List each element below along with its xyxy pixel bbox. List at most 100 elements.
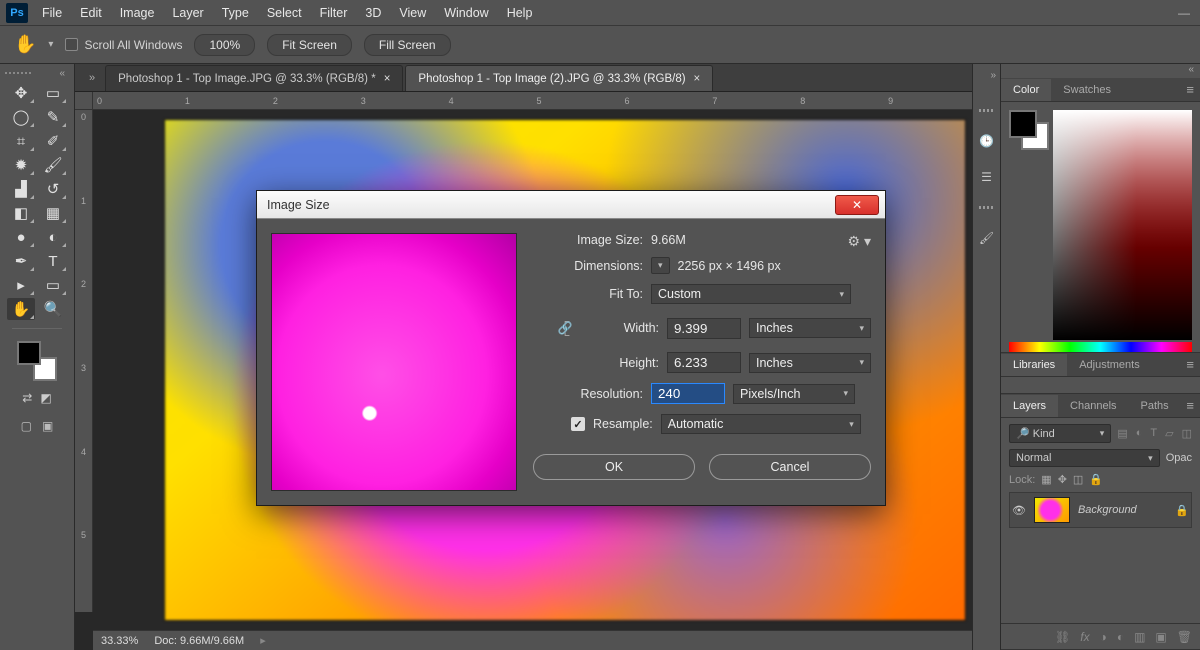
filter-type-icon[interactable]: T (1150, 427, 1157, 440)
mask-icon[interactable]: ◑ (1100, 630, 1107, 644)
fx-icon[interactable]: fx (1080, 630, 1089, 644)
width-unit-dropdown[interactable]: Inches▾ (749, 318, 871, 338)
color-picker-field[interactable] (1053, 110, 1192, 340)
filter-pixel-icon[interactable]: ▤ (1117, 427, 1127, 440)
scroll-all-windows-checkbox[interactable]: Scroll All Windows (65, 38, 182, 52)
minimize-icon[interactable]: — (1178, 6, 1190, 20)
document-tab-1[interactable]: Photoshop 1 - Top Image.JPG @ 33.3% (RGB… (105, 65, 403, 91)
status-zoom[interactable]: 33.33% (101, 635, 138, 647)
menu-window[interactable]: Window (436, 2, 496, 24)
delete-layer-icon[interactable]: 🗑 (1177, 630, 1192, 644)
blend-mode-dropdown[interactable]: Normal▾ (1009, 449, 1160, 467)
move-tool[interactable]: ✥ (7, 82, 35, 104)
new-layer-icon[interactable]: ▣ (1155, 630, 1166, 644)
zoom-level-field[interactable]: 100% (194, 34, 255, 56)
default-colors-icon[interactable]: ◩ (40, 391, 51, 405)
panel-menu-icon[interactable]: ≡ (1186, 357, 1194, 372)
tab-color[interactable]: Color (1001, 79, 1051, 101)
panel-menu-icon[interactable]: ≡ (1186, 82, 1194, 97)
properties-panel-icon[interactable]: ☰ (981, 170, 992, 184)
pen-tool[interactable]: ✒ (7, 250, 35, 272)
menu-layer[interactable]: Layer (164, 2, 211, 24)
zoom-tool[interactable]: 🔍 (39, 298, 67, 320)
lock-all-icon[interactable]: 🔒 (1089, 473, 1103, 486)
swap-colors-icon[interactable]: ⇄ (22, 391, 32, 405)
fit-to-dropdown[interactable]: Custom▾ (651, 284, 851, 304)
hand-tool[interactable]: ✋ (7, 298, 35, 320)
tab-libraries[interactable]: Libraries (1001, 354, 1067, 376)
quick-select-tool[interactable]: ✎ (39, 106, 67, 128)
menu-view[interactable]: View (391, 2, 434, 24)
tab-layers[interactable]: Layers (1001, 395, 1058, 417)
lasso-tool[interactable]: ◯ (7, 106, 35, 128)
shape-tool[interactable]: ▭ (39, 274, 67, 296)
status-doc-size[interactable]: Doc: 9.66M/9.66M (154, 635, 244, 647)
fill-screen-button[interactable]: Fill Screen (364, 34, 451, 56)
lock-artboard-icon[interactable]: ◫ (1073, 473, 1083, 486)
width-field[interactable] (667, 318, 741, 339)
filter-shape-icon[interactable]: ▱ (1165, 427, 1173, 440)
tab-swatches[interactable]: Swatches (1051, 79, 1123, 101)
resolution-field[interactable] (651, 383, 725, 404)
filter-smart-icon[interactable]: ◫ (1182, 427, 1192, 440)
dialog-close-button[interactable]: ✕ (835, 195, 879, 215)
menu-select[interactable]: Select (259, 2, 310, 24)
resolution-unit-dropdown[interactable]: Pixels/Inch▾ (733, 384, 855, 404)
healing-brush-tool[interactable]: ✹ (7, 154, 35, 176)
menu-edit[interactable]: Edit (72, 2, 110, 24)
marquee-tool[interactable]: ▭ (39, 82, 67, 104)
dock-collapse-icon[interactable]: » (990, 70, 996, 81)
layer-filter-kind[interactable]: 🔎 Kind▾ (1009, 424, 1111, 443)
dimensions-unit-dropdown[interactable]: ▾ (651, 257, 670, 274)
constrain-link-icon[interactable]: 🔗 (557, 314, 573, 342)
clone-stamp-tool[interactable]: ▟ (7, 178, 35, 200)
quick-mask-icon[interactable]: ▣ (42, 419, 53, 433)
history-panel-icon[interactable]: 🕒 (979, 134, 994, 148)
standard-mode-icon[interactable]: ▢ (21, 419, 32, 433)
close-icon[interactable]: × (384, 73, 391, 85)
type-tool[interactable]: T (39, 250, 67, 272)
ok-button[interactable]: OK (533, 454, 695, 480)
adjustment-layer-icon[interactable]: ◐ (1117, 630, 1124, 644)
status-menu-icon[interactable]: ▸ (260, 634, 266, 647)
path-select-tool[interactable]: ▸ (7, 274, 35, 296)
menu-file[interactable]: File (34, 2, 70, 24)
brush-tool[interactable]: 🖌 (39, 154, 67, 176)
gradient-tool[interactable]: ▦ (39, 202, 67, 224)
height-field[interactable] (667, 352, 741, 373)
tab-channels[interactable]: Channels (1058, 395, 1128, 417)
layer-row-background[interactable]: 👁 Background 🔒 (1009, 492, 1192, 528)
panel-menu-icon[interactable]: ≡ (1186, 398, 1194, 413)
eraser-tool[interactable]: ◧ (7, 202, 35, 224)
dialog-titlebar[interactable]: Image Size ✕ (257, 191, 885, 219)
color-fgbg-swatch[interactable] (1009, 110, 1049, 150)
menu-filter[interactable]: Filter (312, 2, 356, 24)
visibility-icon[interactable]: 👁 (1012, 504, 1026, 517)
history-brush-tool[interactable]: ↺ (39, 178, 67, 200)
group-icon[interactable]: ▥ (1134, 630, 1145, 644)
dock-grip[interactable] (979, 109, 995, 112)
menu-image[interactable]: Image (112, 2, 163, 24)
close-icon[interactable]: × (694, 73, 701, 85)
foreground-background-swatch[interactable] (17, 341, 57, 381)
menu-3d[interactable]: 3D (357, 2, 389, 24)
tabs-collapse-icon[interactable]: » (81, 72, 103, 84)
resample-checkbox[interactable]: ✓ (571, 417, 585, 431)
tab-paths[interactable]: Paths (1129, 395, 1181, 417)
cancel-button[interactable]: Cancel (709, 454, 871, 480)
lock-position-icon[interactable]: ✥ (1058, 473, 1067, 486)
dodge-tool[interactable]: ◐ (39, 226, 67, 248)
resample-dropdown[interactable]: Automatic▾ (661, 414, 861, 434)
fit-screen-button[interactable]: Fit Screen (267, 34, 352, 56)
menu-type[interactable]: Type (214, 2, 257, 24)
tab-adjustments[interactable]: Adjustments (1067, 354, 1152, 376)
height-unit-dropdown[interactable]: Inches▾ (749, 353, 871, 373)
lock-pixels-icon[interactable]: ▦ (1041, 473, 1051, 486)
brushes-panel-icon[interactable]: 🖌 (979, 231, 994, 245)
filter-adjust-icon[interactable]: ◐ (1136, 427, 1143, 440)
link-layers-icon[interactable]: ⛓ (1055, 630, 1070, 644)
gear-icon[interactable]: ⚙ ▾ (848, 233, 871, 250)
panels-collapse-icon[interactable]: « (1001, 64, 1200, 78)
crop-tool[interactable]: ⌗ (7, 130, 35, 152)
dock-grip[interactable] (979, 206, 995, 209)
